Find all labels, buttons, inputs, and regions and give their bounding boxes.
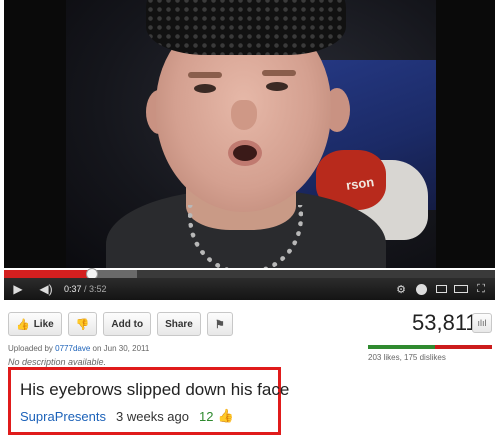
stats-button[interactable]: ılıl [472, 313, 492, 333]
thumbs-up-icon: 👍 [16, 318, 30, 331]
like-label: Like [33, 318, 54, 330]
current-time: 0:37 [64, 284, 82, 294]
like-button[interactable]: 👍 Like [8, 312, 62, 336]
large-player-icon [454, 285, 468, 293]
quality-button[interactable] [413, 278, 429, 300]
video-description: No description available. [8, 357, 107, 367]
flag-button[interactable]: ⚑ [206, 312, 233, 336]
share-button[interactable]: Share [157, 312, 201, 336]
dislike-button[interactable]: 👎 [67, 312, 98, 336]
play-button[interactable]: ▶ [4, 278, 32, 300]
comment-like-count: 12 [199, 408, 214, 424]
popout-icon [435, 285, 447, 293]
person-chain [188, 205, 303, 268]
upload-prefix: Uploaded by [8, 344, 56, 353]
fullscreen-icon: ⛶ [477, 282, 485, 295]
like-dislike-count: 203 likes, 175 dislikes [368, 353, 446, 362]
video-player[interactable]: rson [4, 0, 495, 268]
duration: / 3:52 [84, 284, 107, 294]
volume-button[interactable]: ◀) [32, 278, 60, 300]
person-nose [231, 100, 257, 130]
uploader-link[interactable]: 0777dave [55, 344, 90, 353]
comment-thumbs-up-icon[interactable]: 👍 [217, 408, 233, 424]
person-cap [146, 0, 346, 55]
comment-text: His eyebrows slipped down his face [20, 380, 290, 399]
action-bar: 👍 Like 👎 Add to Share ⚑ [8, 312, 233, 336]
settings-gear-icon[interactable]: ⚙ [393, 278, 409, 300]
person-eyebrow-left [188, 72, 222, 78]
person-mouth [228, 140, 262, 166]
view-count: 53,811 [412, 310, 478, 335]
comment-meta: SupraPresents 3 weeks ago 12 👍 [20, 408, 234, 424]
person-eye-left [194, 84, 216, 93]
bar-chart-icon: ılıl [477, 318, 487, 328]
player-controls: ▶ ◀) 0:37 / 3:52 ⚙ ⛶ [4, 278, 495, 300]
seek-bar-played [4, 270, 93, 278]
add-to-label: Add to [111, 318, 144, 330]
fullscreen-button[interactable]: ⛶ [473, 278, 489, 300]
comment-author-link[interactable]: SupraPresents [20, 409, 106, 424]
upload-info: Uploaded by 0777dave on Jun 30, 2011 [8, 344, 149, 353]
video-frame[interactable]: rson [66, 0, 436, 268]
seek-bar[interactable] [4, 268, 495, 280]
play-icon: ▶ [13, 282, 23, 296]
quality-icon [415, 283, 427, 295]
large-player-button[interactable] [453, 278, 469, 300]
person-eye-right [266, 82, 288, 91]
flag-icon: ⚑ [214, 318, 225, 331]
share-label: Share [165, 318, 193, 330]
like-ratio-bar [368, 345, 492, 349]
upload-date: on Jun 30, 2011 [90, 344, 150, 353]
popout-button[interactable] [433, 278, 449, 300]
add-to-button[interactable]: Add to [103, 312, 152, 336]
thumbs-down-icon: 👎 [75, 318, 90, 331]
person-eyebrow-right [262, 70, 296, 76]
player-controls-right: ⚙ ⛶ [393, 278, 495, 300]
comment-time: 3 weeks ago [116, 408, 189, 424]
time-display: 0:37 / 3:52 [64, 278, 107, 300]
volume-icon: ◀) [39, 282, 53, 296]
like-ratio-fill [368, 345, 435, 349]
highlighted-comment: His eyebrows slipped down his face Supra… [8, 367, 289, 435]
